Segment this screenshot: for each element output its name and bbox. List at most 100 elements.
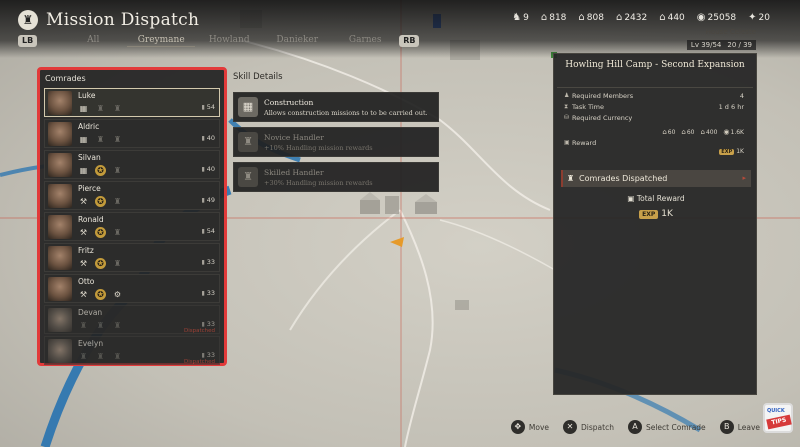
grain-icon: ⌂ — [578, 12, 585, 23]
skill-card-skilled-handler[interactable]: ♜ Skilled Handler +30% Handling mission … — [233, 162, 439, 192]
construction-icon: ▦ — [79, 166, 88, 175]
comrade-level: 40 — [202, 165, 215, 173]
comrade-name: Pierce — [78, 184, 101, 193]
pickaxe-icon: ⚒ — [79, 290, 88, 299]
comrade-row[interactable]: Pierce ⚒ ✪ ♜ 49 — [44, 181, 220, 210]
comrade-skills: ♜ ♜ ♜ — [78, 320, 123, 331]
comrade-row[interactable]: Ronald ⚒ ✪ ♜ 54 — [44, 212, 220, 241]
handler-icon: ♜ — [113, 166, 122, 175]
avatar — [48, 339, 72, 363]
tab-greymane[interactable]: Greymane — [127, 35, 196, 47]
pickaxe-icon: ⚒ — [79, 228, 88, 237]
currency-list: ⌂ 60 ⌂ 60 ⌂ 400 ◉ 1.6K — [554, 128, 756, 136]
tab-howland[interactable]: Howland — [195, 35, 263, 47]
pickaxe-icon: ⚒ — [79, 197, 88, 206]
exp-badge: EXP — [639, 209, 659, 219]
a-button-icon: A — [627, 420, 642, 434]
comrade-name: Otto — [78, 277, 95, 286]
handler-icon: ♜ — [96, 352, 105, 361]
comrade-level: 33 — [202, 258, 215, 266]
comrade-skills: ♜ ♜ ♜ — [78, 351, 123, 362]
comrade-row[interactable]: Devan ♜ ♜ ♜ 33Dispatched — [44, 305, 220, 334]
influence-icon: ✦ — [748, 12, 757, 23]
comrade-name: Devan — [78, 308, 103, 317]
comrade-skills: ⚒ ✪ ♜ — [78, 196, 123, 207]
skill-details-heading: Skill Details — [233, 72, 283, 82]
x-button-icon: ✕ — [563, 420, 578, 434]
status-badge: Dispatched — [183, 328, 215, 334]
total-reward-value: EXP 1K — [554, 209, 758, 219]
comrade-level: 54 — [202, 227, 215, 235]
skill-description: Allows construction missions to to be ca… — [264, 109, 428, 117]
currency-grain: ⌂ 60 — [662, 128, 676, 136]
comrade-name: Luke — [78, 91, 96, 100]
handler-icon: ♜ — [113, 228, 122, 237]
avatar — [48, 153, 72, 177]
comrade-name: Fritz — [78, 246, 94, 255]
comrades-heading: Comrades — [45, 74, 86, 83]
gold-icon: ◉ — [696, 12, 706, 23]
hint-select-comrade[interactable]: A Select Comrade — [627, 420, 706, 434]
comrade-name: Evelyn — [78, 339, 104, 348]
avatar — [48, 277, 72, 301]
house-level-value: Lv 39/54 — [690, 41, 722, 49]
skill-card-construction[interactable]: ▦ Construction Allows construction missi… — [233, 92, 439, 122]
comrades-panel: Comrades Luke ▦ ♜ ♜ 54 Aldric ▦ ♜ ♜ 40 Silvan ▦ ✪ ♜ 40… — [37, 67, 227, 366]
comrade-row[interactable]: Silvan ▦ ✪ ♜ 40 — [44, 150, 220, 179]
faction-tabs: LB All Greymane Howland Danieker Garnes … — [18, 35, 441, 47]
resource-influence: ✦ 20 — [748, 12, 770, 23]
grain-icon: ⌂ — [662, 128, 667, 136]
comrade-row[interactable]: Evelyn ♜ ♜ ♜ 33Dispatched — [44, 336, 220, 365]
comrade-name: Ronald — [78, 215, 104, 224]
skill-description: +30% Handling mission rewards — [264, 179, 373, 187]
comrade-row[interactable]: Aldric ▦ ♜ ♜ 40 — [44, 119, 220, 148]
handler-icon: ♜ — [238, 132, 258, 152]
tab-all[interactable]: All — [59, 35, 127, 47]
comrade-row[interactable]: Fritz ⚒ ✪ ♜ 33 — [44, 243, 220, 272]
skill-name: Construction — [264, 98, 314, 107]
currency-wood: ⌂ 400 — [700, 128, 718, 136]
resource-soldiers: ♞ 9 — [512, 12, 529, 23]
handler-icon: ♜ — [238, 167, 258, 187]
comrade-skills: ▦ ♜ ♜ — [78, 134, 123, 145]
currency-gold: ◉ 1.6K — [723, 128, 744, 136]
avatar — [48, 308, 72, 332]
gold-skill-icon: ✪ — [95, 258, 106, 269]
hourglass-icon: ⧗ — [564, 103, 569, 110]
rb-button-prompt: RB — [399, 35, 420, 47]
hint-leave[interactable]: B Leave — [719, 420, 760, 434]
gold-icon: ◉ — [723, 128, 730, 136]
hint-dispatch[interactable]: ✕ Dispatch — [563, 420, 614, 434]
comrade-level: 33 — [202, 320, 215, 328]
helmet-icon: ♜ — [567, 174, 575, 183]
page-title: ♜ Mission Dispatch — [18, 10, 199, 30]
construction-icon: ▦ — [79, 135, 88, 144]
handler-icon: ♜ — [113, 135, 122, 144]
comrade-skills: ▦ ✪ ♜ — [78, 165, 123, 176]
comrade-row[interactable]: Luke ▦ ♜ ♜ 54 — [44, 88, 220, 117]
resource-grain: ⌂ 808 — [578, 12, 604, 23]
comrade-level: 40 — [202, 134, 215, 142]
members-icon: ♟ — [564, 92, 570, 99]
control-hints: ✥ Move ✕ Dispatch A Select Comrade B Leave — [510, 420, 760, 434]
comrades-dispatched-bar[interactable]: ♜ Comrades Dispatched ▸ — [561, 170, 751, 187]
handler-icon: ♜ — [96, 321, 105, 330]
avatar — [48, 184, 72, 208]
wood-icon: ⌂ — [615, 12, 623, 23]
comrade-skills: ⚒ ✪ ♜ — [78, 227, 123, 238]
soldier-icon: ♞ — [512, 12, 522, 23]
page-title-text: Mission Dispatch — [46, 10, 200, 30]
comrade-name: Silvan — [78, 153, 101, 162]
tab-garnes[interactable]: Garnes — [331, 35, 399, 47]
comrade-skills: ⚒ ✪ ♜ — [78, 258, 123, 269]
comrade-row[interactable]: Otto ⚒ ✪ ⚙ 33 — [44, 274, 220, 303]
lb-button-prompt: LB — [18, 35, 38, 47]
gold-skill-icon: ✪ — [95, 289, 106, 300]
tab-danieker[interactable]: Danieker — [263, 35, 331, 47]
exp-badge: EXP — [719, 148, 735, 155]
comrade-list: Luke ▦ ♜ ♜ 54 Aldric ▦ ♜ ♜ 40 Silvan ▦ ✪ ♜ 40 Pierce ⚒ ✪ ♜… — [40, 88, 224, 365]
supply-icon: ⌂ — [540, 12, 548, 23]
skill-card-novice-handler[interactable]: ♜ Novice Handler +10% Handling mission r… — [233, 127, 439, 157]
skill-name: Novice Handler — [264, 133, 324, 142]
house-name: House Celeste — [705, 28, 756, 36]
